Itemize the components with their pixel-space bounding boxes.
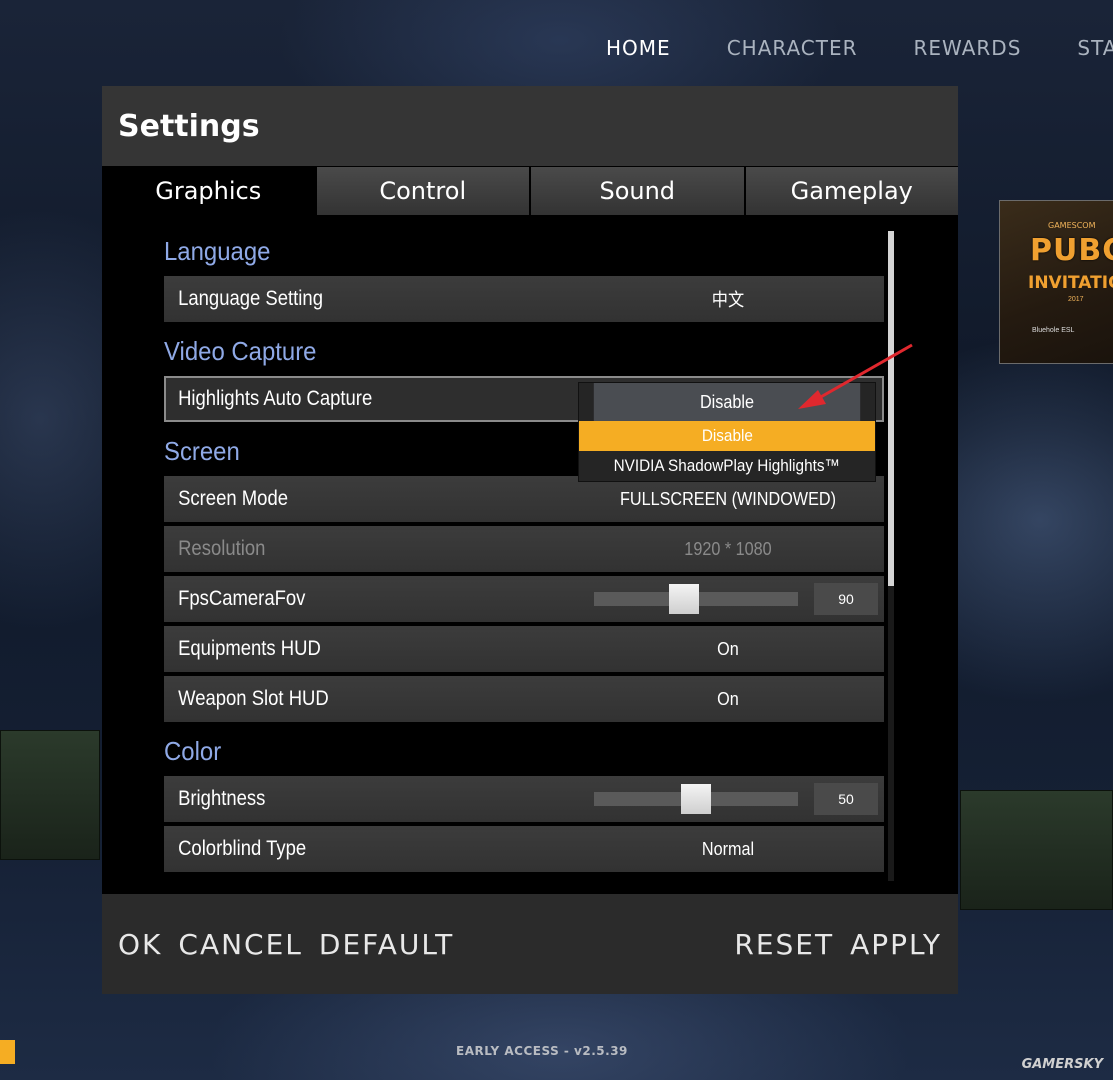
top-navigation: HOME CHARACTER REWARDS STA (606, 36, 1113, 60)
default-button[interactable]: DEFAULT (319, 928, 454, 961)
cancel-button[interactable]: CANCEL (178, 928, 303, 961)
option-label: NVIDIA ShadowPlay Highlights™ (613, 456, 841, 475)
setting-label: Brightness (178, 787, 266, 810)
background-crate-right (960, 790, 1113, 910)
language-setting-row[interactable]: Language Setting 中文 (164, 276, 884, 322)
settings-panel: Settings Graphics Control Sound Gameplay… (102, 86, 958, 994)
promo-logo-text: PUBG (1030, 233, 1113, 268)
brightness-row: Brightness 50 (164, 776, 884, 822)
promo-sponsors: Bluehole ESL (1032, 327, 1075, 334)
brightness-slider-handle[interactable] (681, 784, 711, 814)
footer-right-actions: RESET APPLY (734, 928, 942, 961)
version-label: EARLY ACCESS - v2.5.39 (456, 1044, 628, 1058)
settings-tabs: Graphics Control Sound Gameplay (102, 167, 958, 215)
weapon-slot-hud-row[interactable]: Weapon Slot HUD On (164, 676, 884, 722)
tab-graphics[interactable]: Graphics (102, 167, 315, 215)
promo-year: 2017 (1068, 296, 1084, 303)
nav-rewards[interactable]: REWARDS (914, 36, 1022, 60)
tab-control[interactable]: Control (314, 167, 529, 215)
tab-sound[interactable]: Sound (529, 167, 744, 215)
section-language-title: Language (164, 235, 271, 266)
language-value[interactable]: 中文 (593, 286, 863, 312)
section-color-title: Color (164, 735, 222, 766)
pubg-invitational-banner[interactable]: GAMESCOM PUBG INVITATIONAL 2017 Bluehole… (999, 200, 1113, 364)
dropdown-option-nvidia-shadowplay[interactable]: NVIDIA ShadowPlay Highlights™ (579, 451, 875, 481)
footer-left-actions: OK CANCEL DEFAULT (118, 928, 454, 961)
dropdown-option-disable[interactable]: Disable (579, 421, 875, 451)
setting-label: Equipments HUD (178, 637, 321, 660)
screen-mode-row[interactable]: Screen Mode FULLSCREEN (WINDOWED) (164, 476, 884, 522)
setting-label: Resolution (178, 537, 266, 560)
screen-mode-value[interactable]: FULLSCREEN (WINDOWED) (593, 489, 863, 510)
resolution-row: Resolution 1920 * 1080 (164, 526, 884, 572)
promo-subtitle: INVITATIONAL (1028, 273, 1113, 293)
option-label: Disable (701, 426, 753, 445)
background-crate-left (0, 730, 100, 860)
watermark: GAMERSKY (1021, 1057, 1103, 1072)
tab-gameplay[interactable]: Gameplay (743, 167, 958, 215)
section-video-capture-title: Video Capture (164, 335, 317, 366)
equipments-hud-row[interactable]: Equipments HUD On (164, 626, 884, 672)
ok-button[interactable]: OK (118, 928, 162, 961)
settings-header: Settings (102, 86, 958, 166)
annotation-arrow-icon (798, 343, 913, 409)
fps-camera-fov-row: FpsCameraFov 90 (164, 576, 884, 622)
setting-label: Language Setting (178, 287, 323, 310)
colorblind-type-value[interactable]: Normal (593, 839, 863, 860)
weapon-slot-hud-value[interactable]: On (593, 689, 863, 710)
fov-value-box[interactable]: 90 (814, 583, 878, 615)
settings-title: Settings (118, 108, 260, 144)
nav-home[interactable]: HOME (606, 36, 671, 60)
colorblind-type-row[interactable]: Colorblind Type Normal (164, 826, 884, 872)
promo-small-text: GAMESCOM (1048, 221, 1096, 230)
settings-footer: OK CANCEL DEFAULT RESET APPLY (102, 894, 958, 994)
equipments-hud-value[interactable]: On (593, 639, 863, 660)
settings-scrollbar[interactable] (888, 231, 894, 881)
setting-label: Colorblind Type (178, 837, 307, 860)
apply-button[interactable]: APPLY (850, 928, 942, 961)
brightness-value-box[interactable]: 50 (814, 783, 878, 815)
setting-label: Highlights Auto Capture (178, 387, 373, 410)
corner-badge (0, 1040, 15, 1064)
setting-label: Screen Mode (178, 487, 288, 510)
setting-label: Weapon Slot HUD (178, 687, 329, 710)
graphics-settings-list: Language Language Setting 中文 Video Captu… (164, 226, 884, 876)
setting-label: FpsCameraFov (178, 587, 306, 610)
reset-button[interactable]: RESET (734, 928, 834, 961)
nav-character[interactable]: CHARACTER (727, 36, 858, 60)
resolution-value: 1920 * 1080 (684, 538, 772, 559)
nav-store[interactable]: STA (1077, 36, 1113, 60)
fov-slider-handle[interactable] (668, 584, 699, 614)
